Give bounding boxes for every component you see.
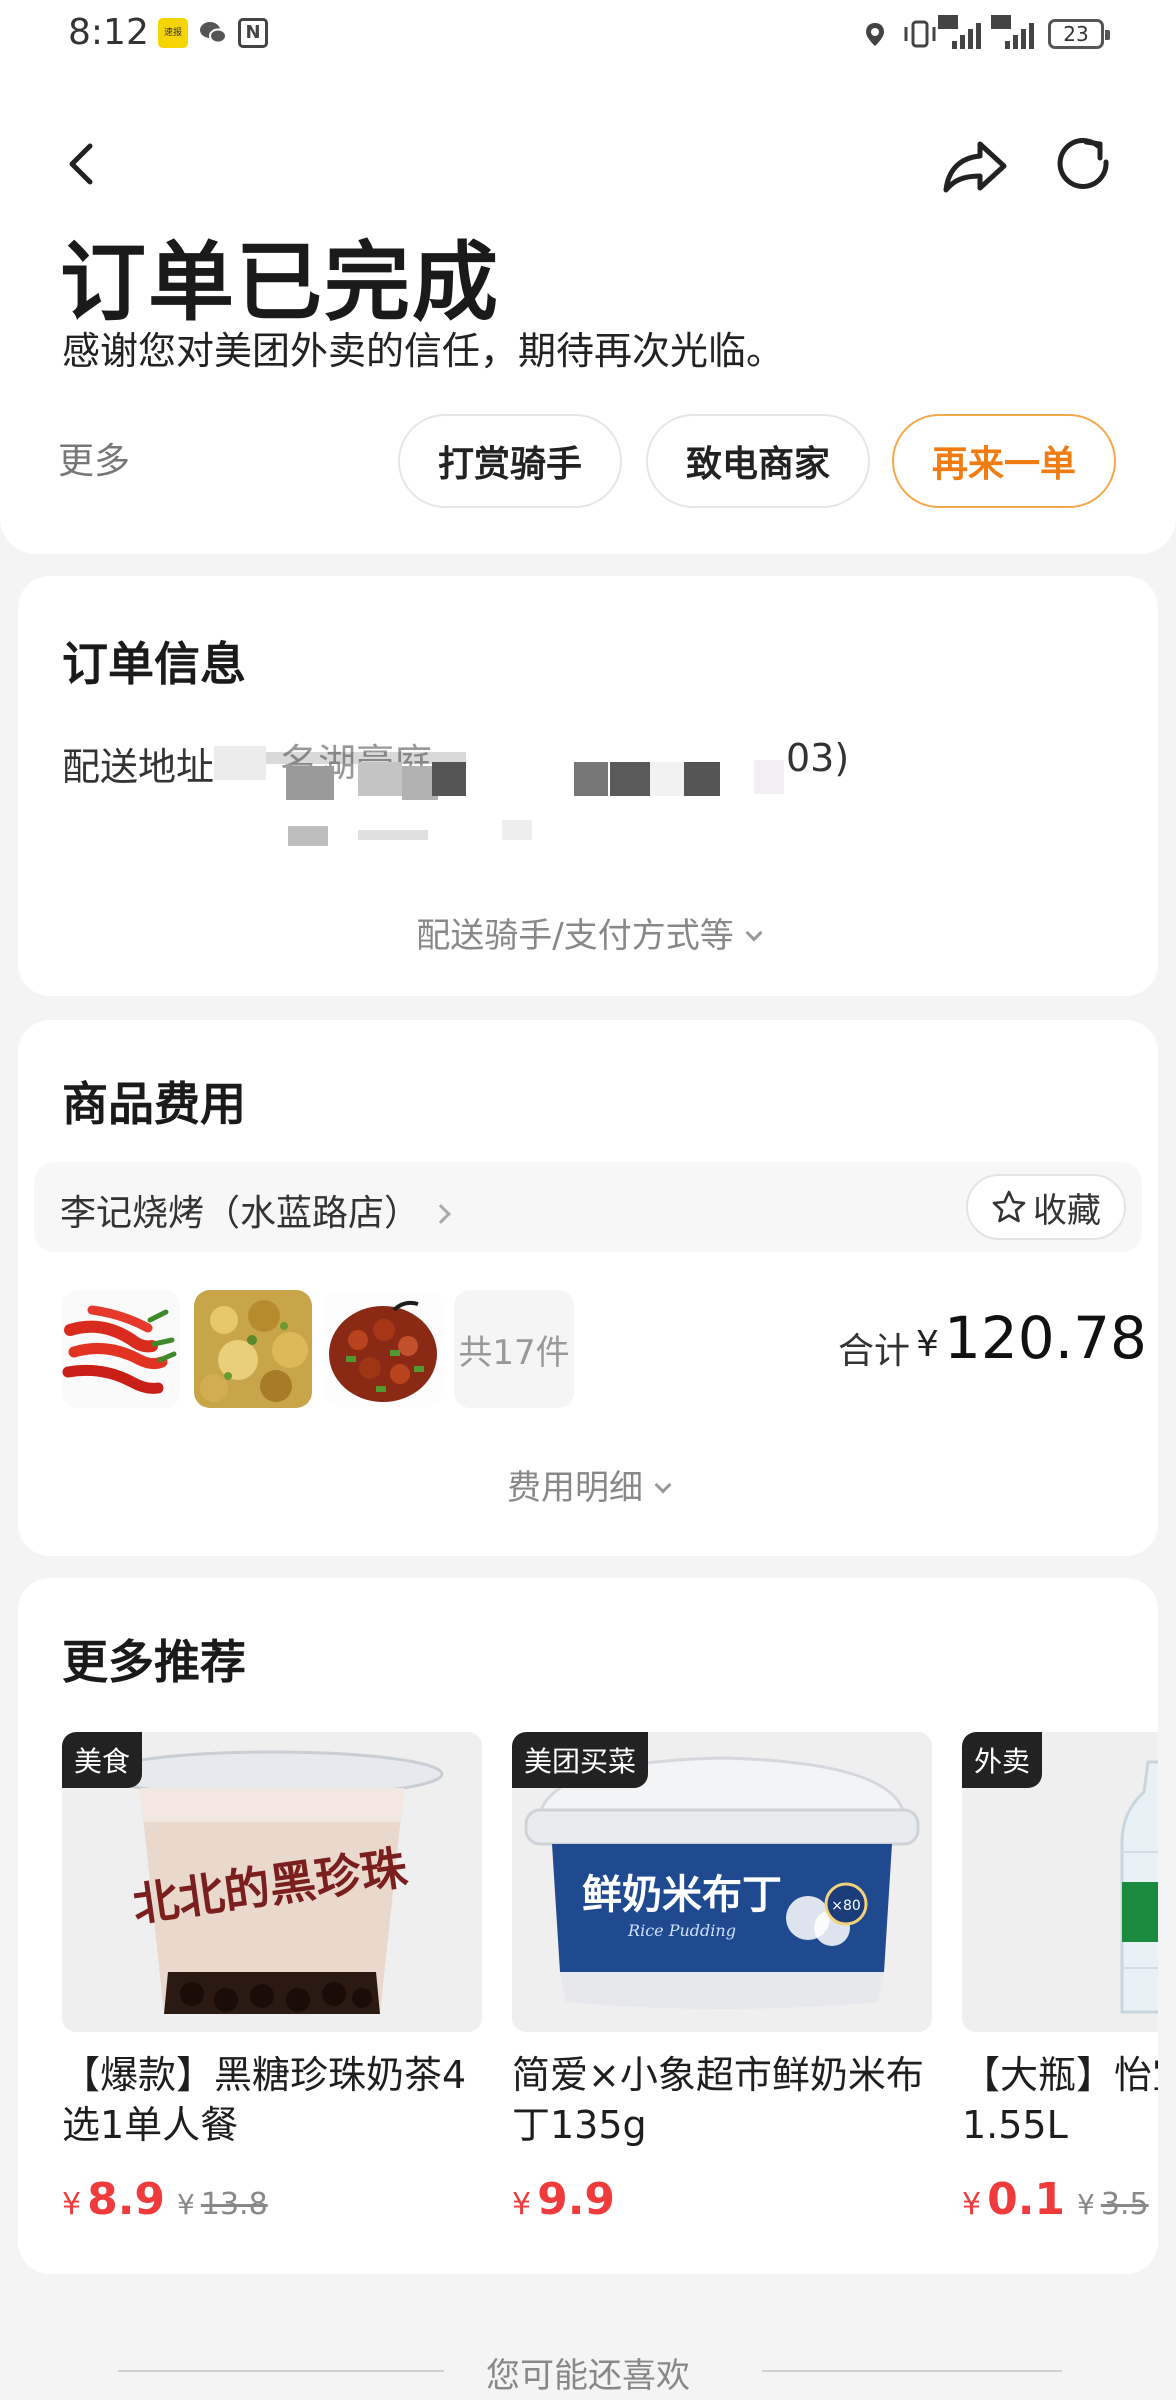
vibrate-icon (904, 20, 936, 48)
current-price: 0.1 (987, 2174, 1066, 2225)
recommend-item-price: ¥ 8.9 ¥ 13.8 (62, 2174, 482, 2225)
recommend-item-name: 【爆款】黑糖珍珠奶茶4选1单人餐 (62, 2053, 467, 2147)
signal-4g-label: 4G (991, 15, 1011, 29)
price-currency: ¥ (962, 2187, 982, 2222)
order-status-header: 订单已完成 感谢您对美团外卖的信任，期待再次光临。 更多 打赏骑手 致电商家 再… (0, 72, 1176, 554)
fee-details-label: 费用明细 (507, 1468, 643, 1508)
goods-cost-title: 商品费用 (62, 1077, 246, 1131)
product-thumb-chili[interactable] (62, 1290, 180, 1408)
location-icon (866, 23, 884, 46)
chevron-right-icon (431, 1204, 451, 1224)
status-time: 8:12 (68, 12, 149, 53)
chevron-down-icon (654, 1476, 672, 1494)
recommend-item-price: ¥ 0.1 ¥ 3.5 (962, 2174, 1158, 2225)
rice-pudding-image: 鲜奶米布丁 Rice Pudding ×80 美团买菜 (512, 1732, 932, 2032)
current-price: 8.9 (87, 2174, 166, 2225)
share-icon[interactable] (940, 134, 1010, 198)
order-info-card: 订单信息 配送地址 名湖豪庭 03) 配送骑手/支付方式等 (18, 576, 1158, 996)
news-app-icon: 速报 (158, 18, 188, 48)
product-thumb-noodles[interactable] (194, 1290, 312, 1408)
wechat-icon (200, 22, 227, 44)
favorite-label: 收藏 (1033, 1190, 1101, 1231)
recommendations-card: 更多推荐 北北的黑珍珠 美食 【爆款】黑糖珍珠奶茶4选1单人餐 ¥ 8.9 ¥ … (18, 1578, 1158, 2274)
recommend-item-price: ¥ 9.9 (512, 2174, 932, 2225)
old-price-currency: ¥ (1077, 2188, 1095, 2221)
nfc-icon: N (238, 18, 268, 48)
divider-line-right (762, 2370, 1062, 2372)
category-tag: 美食 (62, 1732, 143, 1788)
signal-5g-icon: 5G (938, 15, 981, 49)
refresh-icon[interactable] (1052, 132, 1116, 196)
address-prefix: 配送地址 (62, 745, 215, 789)
water-bottle-image: 外卖 (962, 1732, 1158, 2032)
recommend-item-name: 【大瓶】怡宝纯净水 1.55L (962, 2053, 1158, 2147)
delivery-address: 配送地址 (62, 736, 214, 791)
back-arrow-icon[interactable] (58, 132, 106, 196)
order-details-expand[interactable]: 配送骑手/支付方式等 (18, 908, 1158, 957)
goods-cost-card: 商品费用 李记烧烤（水蓝路店） 收藏 共17件 合计 ¥ 120.78 费用明细 (18, 1020, 1158, 1556)
milk-tea-image: 北北的黑珍珠 美食 (62, 1732, 482, 2032)
original-price: 3.5 (1100, 2187, 1149, 2222)
call-merchant-button[interactable]: 致电商家 (646, 414, 870, 508)
price-currency: ¥ (512, 2187, 532, 2222)
category-tag: 美团买菜 (512, 1732, 649, 1788)
pudding-label-sub: Rice Pudding (627, 1921, 736, 1940)
current-price: 9.9 (537, 2174, 616, 2225)
fee-details-expand[interactable]: 费用明细 (18, 1460, 1158, 1509)
original-price: 13.8 (200, 2187, 268, 2222)
recommend-item[interactable]: 北北的黑珍珠 美食 【爆款】黑糖珍珠奶茶4选1单人餐 ¥ 8.9 ¥ 13.8 (62, 1732, 482, 2225)
recommend-item[interactable]: 鲜奶米布丁 Rice Pudding ×80 美团买菜 简爱×小象超市鲜奶米布丁… (512, 1732, 932, 2225)
pudding-label-text: 鲜奶米布丁 (582, 1872, 782, 1918)
battery-icon: 23 (1048, 19, 1110, 49)
total-currency: ¥ (916, 1324, 939, 1365)
chevron-down-icon (745, 924, 763, 942)
signal-5g-label: 5G (938, 15, 958, 29)
store-name-text: 李记烧烤（水蓝路店） (60, 1193, 421, 1234)
category-tag: 外卖 (962, 1732, 1043, 1788)
store-name: 李记烧烤（水蓝路店） (60, 1184, 451, 1236)
you-may-like-divider: 您可能还喜欢 (0, 2346, 1176, 2396)
status-bar: 8:12 速报 N 5G 4G 23 (0, 0, 1176, 72)
old-price-currency: ¥ (177, 2188, 195, 2221)
recommend-item[interactable]: 外卖 【大瓶】怡宝纯净水 1.55L ¥ 0.1 ¥ 3.5 (962, 1732, 1158, 2225)
recommend-item-name: 简爱×小象超市鲜奶米布丁135g (512, 2053, 924, 2147)
star-icon (992, 1190, 1026, 1223)
favorite-store-button[interactable]: 收藏 (966, 1174, 1126, 1240)
pudding-badge-text: ×80 (831, 1898, 861, 1914)
total-amount: 120.78 (944, 1304, 1147, 1372)
item-count[interactable]: 共17件 (454, 1290, 574, 1408)
you-may-like-label: 您可能还喜欢 (486, 2356, 690, 2396)
more-menu-link[interactable]: 更多 (58, 432, 130, 484)
total-label: 合计 (838, 1331, 911, 1372)
signal-4g-icon: 4G (991, 15, 1034, 49)
product-thumb-chicken[interactable] (324, 1290, 442, 1408)
page-subtitle: 感谢您对美团外卖的信任，期待再次光临。 (62, 329, 785, 373)
order-info-title: 订单信息 (62, 637, 246, 691)
price-currency: ¥ (62, 2187, 82, 2222)
tip-rider-button[interactable]: 打赏骑手 (398, 414, 622, 508)
address-fragment-2: 03) (786, 736, 850, 780)
order-details-expand-label: 配送骑手/支付方式等 (416, 916, 734, 956)
store-link[interactable]: 李记烧烤（水蓝路店） 收藏 (34, 1162, 1142, 1252)
page-title: 订单已完成 (60, 233, 500, 333)
reorder-button[interactable]: 再来一单 (892, 414, 1116, 508)
recommendations-title: 更多推荐 (62, 1635, 246, 1689)
